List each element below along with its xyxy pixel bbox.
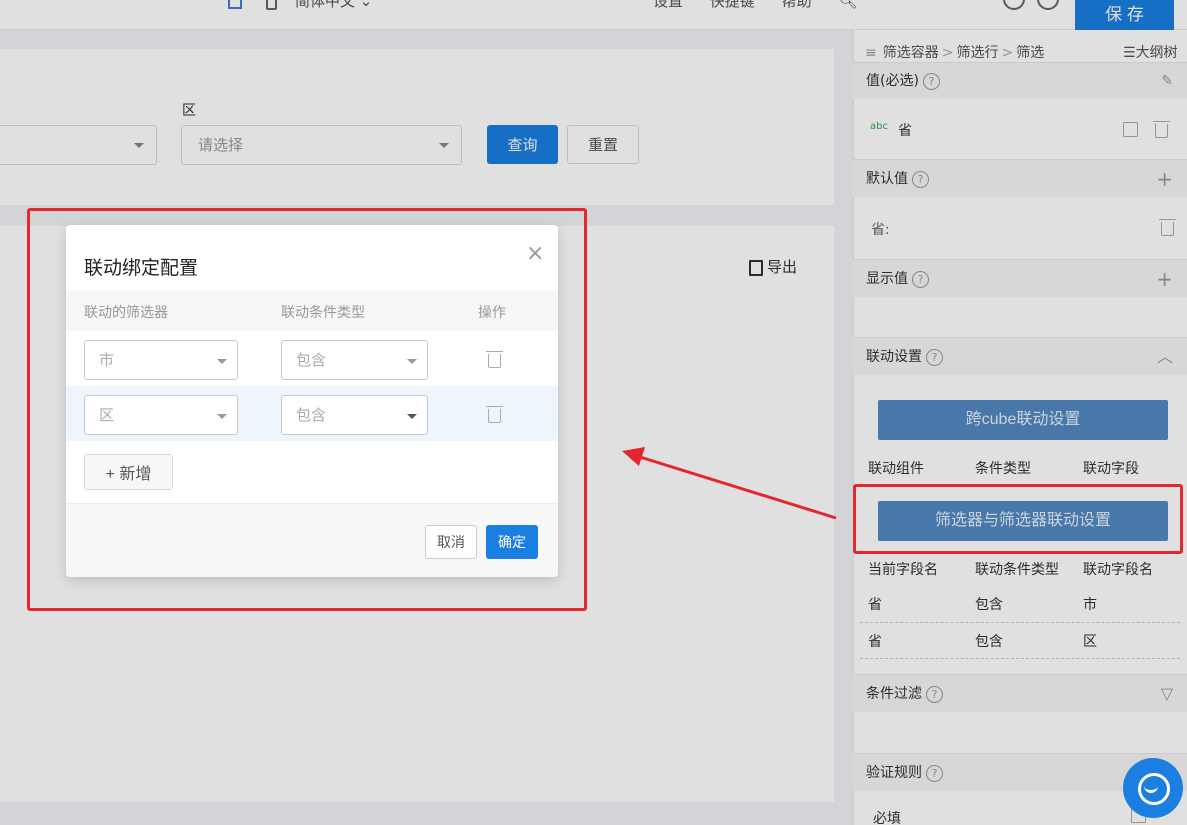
arrow-head	[622, 447, 645, 466]
customer-service-icon[interactable]	[1123, 758, 1183, 818]
arrow-line	[639, 455, 837, 520]
annotation-arrow	[622, 447, 837, 520]
